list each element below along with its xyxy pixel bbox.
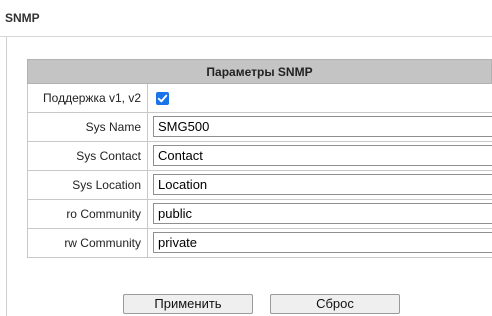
- reset-button[interactable]: Сброс: [270, 294, 400, 314]
- row-sys-name: Sys Name: [27, 113, 492, 142]
- v1v2-support-label: Поддержка v1, v2: [28, 84, 148, 112]
- sys-contact-input[interactable]: [153, 145, 492, 166]
- ro-community-label: ro Community: [28, 200, 148, 228]
- apply-button[interactable]: Применить: [123, 294, 253, 314]
- rw-community-input[interactable]: [153, 232, 492, 253]
- page-header: SNMP: [0, 0, 492, 37]
- sys-name-cell: [149, 113, 492, 141]
- row-rw-community: rw Community: [27, 229, 492, 258]
- row-ro-community: ro Community: [27, 200, 492, 229]
- row-v1v2-support: Поддержка v1, v2: [27, 84, 492, 113]
- snmp-parameters-panel: Параметры SNMP Поддержка v1, v2 Sys Name…: [27, 59, 492, 290]
- row-sys-contact: Sys Contact: [27, 142, 492, 171]
- snmp-page: SNMP Параметры SNMP Поддержка v1, v2 Sys…: [0, 0, 492, 316]
- content-divider: [6, 37, 7, 316]
- sys-name-input[interactable]: [153, 116, 492, 137]
- sys-location-input[interactable]: [153, 174, 492, 195]
- panel-header: Параметры SNMP: [27, 59, 492, 84]
- sys-contact-cell: [149, 142, 492, 170]
- sys-name-label: Sys Name: [28, 113, 148, 141]
- sys-location-label: Sys Location: [28, 171, 148, 199]
- sys-location-cell: [149, 171, 492, 199]
- rw-community-label: rw Community: [28, 229, 148, 257]
- checkmark-icon: [157, 94, 168, 103]
- v1v2-support-checkbox[interactable]: [156, 92, 169, 105]
- page-title: SNMP: [5, 11, 40, 25]
- v1v2-support-cell: [149, 84, 492, 112]
- ro-community-input[interactable]: [153, 203, 492, 224]
- ro-community-cell: [149, 200, 492, 228]
- rw-community-cell: [149, 229, 492, 257]
- sys-contact-label: Sys Contact: [28, 142, 148, 170]
- row-sys-location: Sys Location: [27, 171, 492, 200]
